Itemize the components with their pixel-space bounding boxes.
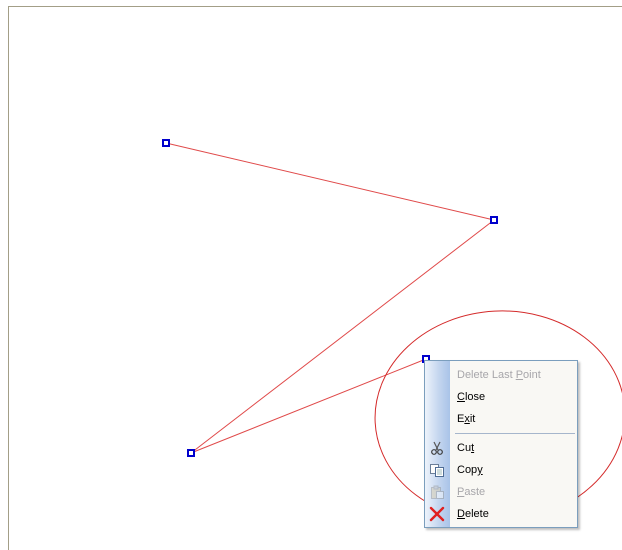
menu-item-close[interactable]: Close [425,386,577,408]
menu-item-label: Cut [457,442,475,454]
menu-item-delete[interactable]: Delete [425,503,577,525]
menu-separator [455,433,575,434]
polyline-vertex-3[interactable] [187,449,195,457]
polyline-vertex-2[interactable] [490,216,498,224]
menu-item-delete-last-point[interactable]: Delete Last Point [425,364,577,386]
menu-item-paste[interactable]: Paste [425,481,577,503]
menu-item-label: Copy [457,464,483,476]
menu-item-copy[interactable]: Copy [425,459,577,481]
menu-item-exit[interactable]: Exit [425,408,577,430]
menu-item-label: Paste [457,486,486,498]
paste-icon [431,485,444,499]
context-menu: Delete Last Point Close Exit Cut Copy Pa… [424,360,578,528]
copy-icon [430,464,444,477]
menu-item-label: Exit [457,413,476,425]
menu-item-cut[interactable]: Cut [425,437,577,459]
scissors-icon [431,441,443,455]
menu-item-label: Delete [457,508,489,520]
delete-x-icon [429,506,445,522]
polyline-vertex-1[interactable] [162,139,170,147]
menu-item-label: Delete Last Point [457,369,541,381]
menu-item-label: Close [457,391,486,403]
